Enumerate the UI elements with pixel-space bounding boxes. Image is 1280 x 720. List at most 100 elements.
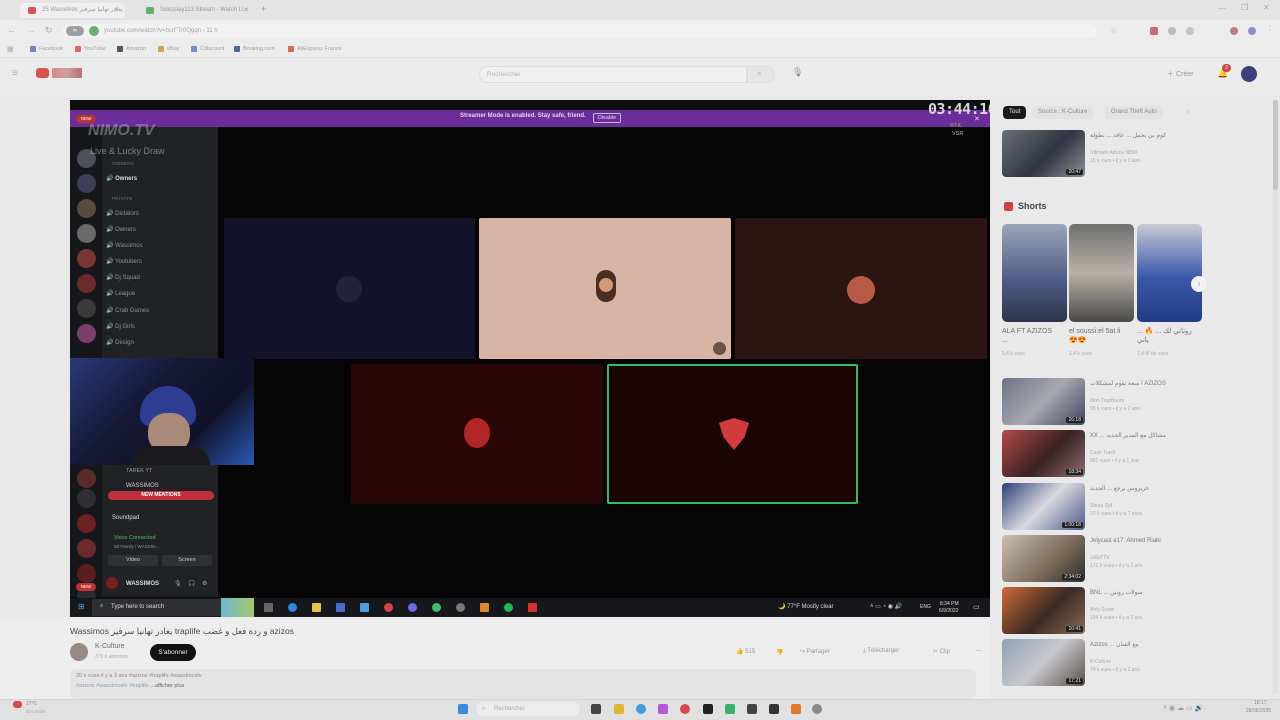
participant-tile[interactable]	[351, 364, 603, 504]
bookmark-facebook[interactable]: Facebook	[30, 46, 63, 52]
server-icon[interactable]	[77, 324, 96, 343]
maximize-icon[interactable]: ❐	[1241, 3, 1248, 12]
bookmark-amazon[interactable]: Amazon	[117, 46, 146, 52]
clip-button[interactable]: ✂ Clip	[933, 648, 950, 655]
chrome-icon[interactable]	[680, 704, 690, 714]
channel-avatar[interactable]	[70, 643, 88, 661]
server-icon[interactable]	[77, 489, 96, 508]
app-icon[interactable]	[769, 704, 779, 714]
bookmark-ebay[interactable]: eBay	[158, 46, 180, 52]
search-button[interactable]: ⌕	[747, 66, 775, 83]
bookmark-aliexpress[interactable]: AliExpress France	[288, 46, 342, 52]
server-icon[interactable]	[77, 564, 96, 583]
server-icon[interactable]	[77, 224, 96, 243]
close-window-icon[interactable]: ✕	[1263, 3, 1270, 12]
shorts-next-button[interactable]: ›	[1191, 276, 1207, 292]
participant-tile[interactable]	[479, 218, 731, 359]
recommended-video[interactable]: 17:21 Azizos ... مع الفنان K-Culture 74 …	[1002, 639, 1202, 686]
tab-youtube[interactable]: 25 Wassimos یغادر تهانیا سرفیر ✕	[20, 3, 125, 18]
tray-icons[interactable]: ˄ ◉ ☁ ▭ 🔊	[1163, 704, 1203, 712]
channel-item[interactable]: 🔊 Dj Squad	[106, 274, 140, 281]
server-icon[interactable]	[77, 514, 96, 533]
category-owners[interactable]: OWNERS	[112, 161, 134, 166]
app-icon[interactable]	[658, 704, 668, 714]
profile-avatar[interactable]	[1230, 27, 1238, 35]
server-icon[interactable]	[77, 469, 96, 488]
new-mentions-badge[interactable]: NEW MENTIONS	[108, 491, 214, 500]
server-icon[interactable]	[77, 274, 96, 293]
recommended-video[interactable]: 1:00:18 عزيزوس يرجع ... الجديد Shura Djd…	[1002, 483, 1202, 530]
short-thumbnail[interactable]	[1002, 224, 1067, 322]
system-time[interactable]: 18:17	[1254, 700, 1267, 706]
participant-tile-speaking[interactable]	[607, 364, 858, 504]
voice-user[interactable]: TAREK YT	[126, 468, 152, 474]
system-date[interactable]: 28/06/2025	[1246, 708, 1271, 714]
download-button[interactable]: ⤓ Télécharger	[863, 648, 899, 655]
bookmark-youtube[interactable]: YouTube	[75, 46, 106, 52]
extension-icon[interactable]	[1150, 27, 1158, 35]
channel-item[interactable]: 🔊 Youtubers	[106, 258, 142, 265]
participant-tile[interactable]	[735, 218, 987, 359]
channel-item[interactable]: 🔊 League	[106, 290, 135, 297]
description-box[interactable]: 20 k vues il y a 3 ans #azizos #traplife…	[70, 669, 976, 699]
tab-stream[interactable]: Sokoslay113 Stream - Watch Li ✕	[138, 3, 255, 18]
settings-icon[interactable]	[812, 704, 822, 714]
close-tab-icon[interactable]: ✕	[243, 3, 249, 18]
tab-group-badge[interactable]: ⇆	[66, 26, 84, 36]
server-icon[interactable]	[77, 539, 96, 558]
server-icon[interactable]	[77, 249, 96, 268]
category-private[interactable]: PRIVATE	[112, 196, 133, 201]
dislike-button[interactable]: 👎	[776, 649, 783, 656]
user-avatar[interactable]	[106, 577, 118, 589]
hamburger-menu-icon[interactable]: ≡	[12, 68, 18, 79]
close-banner-icon[interactable]: ✕	[974, 115, 980, 123]
bookmark-booking[interactable]: Booking.com	[234, 46, 275, 52]
recommended-video[interactable]: 2:34:02 Jelycast e17: Ahmed Riabi JelloT…	[1002, 535, 1202, 582]
short-title[interactable]: el soussi:el 5at li 😍😍	[1069, 327, 1124, 345]
menu-icon[interactable]: ⋮	[1266, 25, 1274, 34]
channel-name[interactable]: K-Culture	[95, 643, 125, 650]
secure-icon[interactable]	[89, 26, 99, 36]
recommended-video[interactable]: 20:47 كوم بي يحمل ... عاقد ... بطولة Ult…	[1002, 130, 1202, 177]
short-title[interactable]: ALA FT AZIZOS ...	[1002, 327, 1057, 345]
share-button[interactable]: ↪ Partager	[800, 648, 830, 655]
recommended-video[interactable]: 18:34 مشاكل مع المدير الجديد ... XX Cash…	[1002, 430, 1202, 477]
app-icon[interactable]	[791, 704, 801, 714]
search-input[interactable]: Rechercher	[479, 66, 747, 83]
bookmark-cdiscount[interactable]: Cdiscount	[191, 46, 224, 52]
subscribe-button[interactable]: S'abonner	[150, 644, 196, 661]
channel-item[interactable]: 🔊 Wassimos	[106, 242, 143, 249]
windows-start-icon[interactable]	[458, 704, 468, 714]
server-icon[interactable]	[77, 174, 96, 193]
weather-temp[interactable]: 27°C	[26, 701, 37, 707]
channel-item[interactable]: 🔊 Owners	[106, 175, 137, 182]
soundpad-label[interactable]: Soundpad	[112, 515, 139, 521]
close-tab-icon[interactable]: ✕	[113, 3, 119, 18]
scrollbar[interactable]	[1273, 100, 1278, 694]
back-icon[interactable]: ←	[7, 25, 16, 35]
recommended-video[interactable]: 26:18 AZIZOS / منعة تقوم لمشكلات Mon Tra…	[1002, 378, 1202, 425]
microphone-icon[interactable]: 🎙	[792, 67, 803, 78]
mute-mic-icon[interactable]: 🎙	[174, 580, 182, 587]
screen-button[interactable]: Screen	[162, 555, 212, 566]
disable-button[interactable]: Disable	[593, 113, 621, 123]
steam-icon[interactable]	[747, 704, 757, 714]
channel-item[interactable]: 🔊 Owners	[106, 226, 136, 233]
channel-item[interactable]: 🔊 Dj Girls	[106, 323, 135, 330]
apps-icon[interactable]: ▦	[7, 45, 14, 53]
more-actions-icon[interactable]: ⋯	[975, 647, 982, 655]
server-icon[interactable]	[77, 299, 96, 318]
scrollbar-thumb[interactable]	[1273, 100, 1278, 190]
show-more-link[interactable]: ...afficher plus	[150, 683, 184, 689]
epic-games-icon[interactable]	[703, 704, 713, 714]
settings-icon[interactable]: ⚙	[202, 580, 207, 587]
edge-icon[interactable]	[636, 704, 646, 714]
task-view-icon[interactable]	[591, 704, 601, 714]
app-icon[interactable]	[725, 704, 735, 714]
video-player[interactable]: Streamer Mode is enabled. Stay safe, fri…	[70, 100, 990, 617]
create-button[interactable]: ＋ Créer	[1167, 69, 1193, 79]
windows-search-box[interactable]: ⌕ Rechercher	[476, 702, 580, 716]
server-icon[interactable]	[77, 199, 96, 218]
minimize-icon[interactable]: —	[1218, 4, 1226, 13]
deafen-icon[interactable]: 🎧	[188, 580, 195, 587]
